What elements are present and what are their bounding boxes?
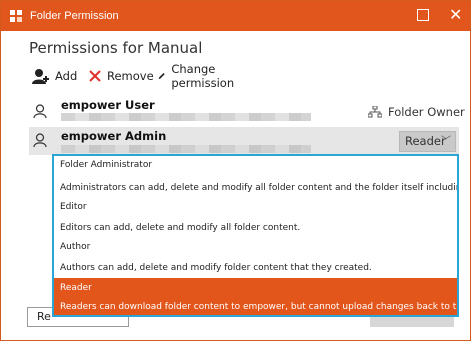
option-author[interactable]: Author xyxy=(54,238,457,256)
user-name: empower User xyxy=(61,98,155,112)
user-name: empower Admin xyxy=(61,129,167,143)
folder-permission-dialog: Folder Permission ✕ Permissions for Manu… xyxy=(0,0,471,341)
add-button-label: Add xyxy=(55,69,78,83)
option-editor[interactable]: Editor xyxy=(54,198,457,216)
change-permission-button[interactable]: Change permission xyxy=(158,62,239,90)
chevron-down-icon: ﹀ xyxy=(441,136,451,147)
remove-button-label: Remove xyxy=(107,69,154,83)
option-folder-administrator[interactable]: Folder Administrator xyxy=(54,156,457,174)
option-editor-description[interactable]: Editors can add, delete and modify all f… xyxy=(54,220,457,236)
title-bar: Folder Permission ✕ xyxy=(1,1,470,31)
folder-owner-label: Folder Owner xyxy=(388,105,465,119)
remove-icon xyxy=(89,70,101,82)
user-row-admin[interactable]: empower Admin xyxy=(29,127,459,155)
user-email-redacted xyxy=(61,113,311,121)
add-user-icon xyxy=(32,69,49,84)
owner-icon xyxy=(368,106,382,118)
window-title: Folder Permission xyxy=(30,10,119,22)
change-permission-label: Change permission xyxy=(171,62,235,90)
add-button[interactable]: Add xyxy=(31,67,77,85)
role-dropdown-list: Folder Administrator Administrators can … xyxy=(52,154,459,317)
app-icon xyxy=(10,10,22,22)
pen-icon xyxy=(158,72,165,80)
role-select-value: Reader xyxy=(405,134,446,148)
option-reader[interactable]: Reader xyxy=(54,278,457,298)
option-author-description[interactable]: Authors can add, delete and modify folde… xyxy=(54,260,457,276)
option-reader-description[interactable]: Readers can download folder content to e… xyxy=(54,298,457,315)
close-icon[interactable]: ✕ xyxy=(449,5,462,25)
person-icon xyxy=(33,104,47,118)
remove-button[interactable]: Remove xyxy=(89,67,154,85)
person-icon xyxy=(33,133,47,147)
page-title: Permissions for Manual xyxy=(29,39,203,57)
user-email-redacted xyxy=(61,145,311,153)
maximize-icon[interactable] xyxy=(417,9,429,21)
option-folder-administrator-description[interactable]: Administrators can add, delete and modif… xyxy=(54,180,457,196)
folder-owner-badge: Folder Owner xyxy=(368,105,465,119)
role-select[interactable]: Reader ﹀ xyxy=(399,131,456,152)
